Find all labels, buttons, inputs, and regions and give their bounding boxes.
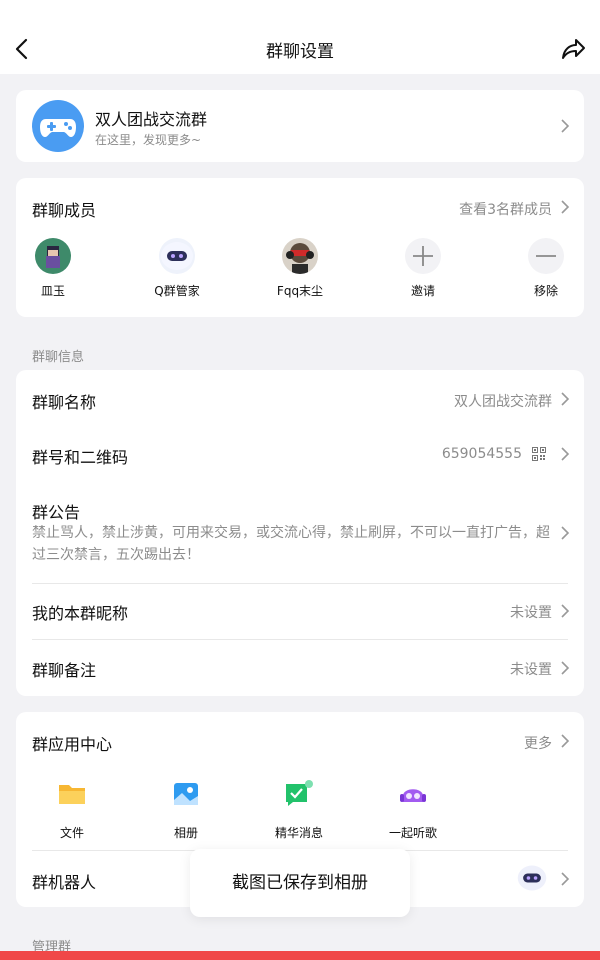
member-item[interactable]: Fqq末尘 bbox=[260, 238, 340, 299]
members-title: 群聊成员 bbox=[32, 201, 97, 220]
member-item[interactable]: Q群管家 bbox=[137, 238, 217, 299]
apps-title: 群应用中心 bbox=[32, 735, 113, 754]
chevron-right-icon bbox=[561, 526, 570, 540]
avatar bbox=[282, 238, 318, 274]
remove-member-button[interactable]: 移除 bbox=[506, 238, 586, 299]
album-icon bbox=[174, 783, 198, 805]
group-id-value: 659054555 bbox=[441, 446, 522, 462]
member-name: 皿玉 bbox=[40, 284, 65, 298]
apps-more-link[interactable]: 更多 bbox=[524, 733, 552, 753]
invite-member-button[interactable]: 邀请 bbox=[383, 238, 463, 299]
chevron-right-icon bbox=[561, 604, 570, 618]
listen-together-icon bbox=[400, 789, 426, 802]
member-name: Q群管家 bbox=[154, 284, 200, 298]
page-title: 群聊设置 bbox=[266, 42, 334, 62]
group-name-label: 群聊名称 bbox=[32, 393, 97, 412]
chevron-right-icon bbox=[561, 119, 570, 133]
chevron-right-icon bbox=[561, 447, 570, 461]
app-label: 文件 bbox=[59, 826, 84, 840]
group-profile-card[interactable]: 双人团战交流群 在这里，发现更多~ bbox=[16, 90, 584, 162]
app-label: 一起听歌 bbox=[388, 826, 437, 840]
app-essence-messages[interactable]: 精华消息 bbox=[259, 778, 339, 841]
essence-message-icon bbox=[286, 780, 313, 806]
member-item[interactable]: 皿玉 bbox=[13, 238, 93, 299]
bottom-bar bbox=[0, 951, 600, 960]
group-name: 双人团战交流群 bbox=[95, 110, 208, 129]
app-album[interactable]: 相册 bbox=[146, 778, 226, 841]
group-subtitle: 在这里，发现更多~ bbox=[95, 133, 202, 147]
chevron-right-icon bbox=[561, 661, 570, 675]
chevron-right-icon[interactable] bbox=[560, 733, 570, 749]
view-all-members-link[interactable]: 查看3名群成员 bbox=[459, 199, 552, 219]
divider bbox=[32, 639, 568, 640]
chevron-right-icon[interactable] bbox=[560, 199, 570, 215]
chevron-right-icon bbox=[561, 872, 570, 886]
remove-label: 移除 bbox=[533, 284, 558, 298]
my-nickname-value: 未设置 bbox=[510, 605, 552, 621]
group-avatar bbox=[32, 100, 84, 152]
minus-icon bbox=[528, 238, 564, 274]
app-listen-together[interactable]: 一起听歌 bbox=[373, 778, 453, 841]
app-files[interactable]: 文件 bbox=[32, 778, 112, 841]
gamepad-icon bbox=[40, 119, 76, 137]
qrcode-icon bbox=[532, 447, 546, 461]
group-id-label: 群号和二维码 bbox=[32, 448, 129, 467]
group-robot-label: 群机器人 bbox=[32, 873, 97, 892]
my-nickname-label: 我的本群昵称 bbox=[32, 604, 129, 623]
member-name: Fqq末尘 bbox=[276, 284, 324, 298]
divider bbox=[32, 583, 568, 584]
chevron-right-icon bbox=[561, 392, 570, 406]
app-label: 相册 bbox=[173, 826, 198, 840]
toast-message: 截图已保存到相册 bbox=[190, 849, 410, 917]
share-icon[interactable] bbox=[560, 34, 586, 64]
robot-icon bbox=[517, 865, 547, 891]
group-notice-text: 禁止骂人，禁止涉黄，可用来交易，或交流心得，禁止刷屏，不可以一直打广告，超过三次… bbox=[32, 525, 550, 563]
avatar bbox=[35, 238, 71, 274]
group-info-card: 群聊名称 双人团战交流群 群号和二维码 659054555 群公告 禁止骂人，禁… bbox=[16, 370, 584, 696]
plus-icon bbox=[405, 238, 441, 274]
members-card: 群聊成员 查看3名群成员 皿玉 Q群管家 Fqq末尘 邀请 移除 bbox=[16, 178, 584, 317]
group-info-section-label: 群聊信息 bbox=[32, 350, 85, 365]
app-label: 精华消息 bbox=[274, 826, 323, 840]
robot-icon bbox=[161, 242, 193, 270]
top-bar: 群聊设置 bbox=[0, 0, 600, 74]
avatar bbox=[159, 238, 195, 274]
group-notice-label: 群公告 bbox=[32, 503, 81, 522]
group-name-value: 双人团战交流群 bbox=[454, 394, 552, 410]
folder-icon bbox=[59, 785, 85, 804]
group-remark-label: 群聊备注 bbox=[32, 661, 97, 680]
invite-label: 邀请 bbox=[410, 284, 435, 298]
group-remark-value: 未设置 bbox=[510, 662, 552, 678]
